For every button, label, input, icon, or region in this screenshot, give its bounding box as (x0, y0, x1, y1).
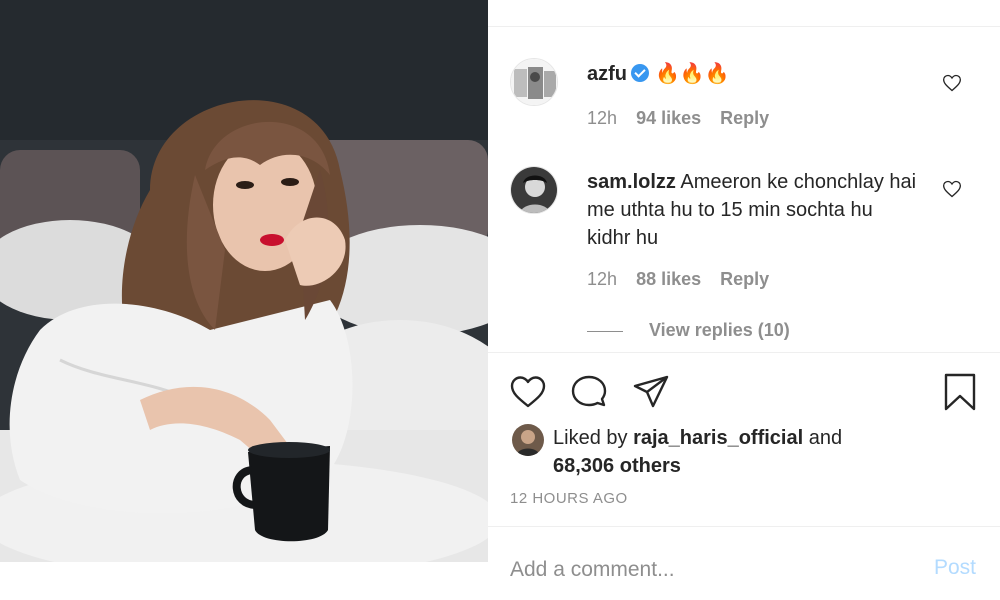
view-replies-button[interactable]: View replies (10) (649, 320, 790, 341)
comment-button[interactable] (569, 372, 609, 412)
post-image (0, 0, 488, 562)
bookmark-icon (944, 373, 976, 411)
comment-text: 🔥🔥🔥 (655, 63, 730, 85)
post-button[interactable]: Post (934, 556, 976, 580)
comment-username[interactable]: sam.lolzz (587, 171, 676, 193)
avatar[interactable] (510, 58, 558, 106)
save-button[interactable] (940, 372, 980, 412)
comment-meta: 12h 94 likes Reply (587, 108, 783, 129)
like-button[interactable] (508, 372, 548, 412)
reply-button[interactable]: Reply (720, 269, 769, 289)
post-photo[interactable] (0, 0, 488, 562)
heart-icon (510, 376, 546, 408)
comment-input[interactable] (510, 553, 910, 587)
comment-time[interactable]: 12h (587, 269, 617, 289)
post-timestamp[interactable]: 12 HOURS AGO (510, 490, 628, 507)
divider (488, 526, 1000, 527)
heart-icon[interactable] (942, 73, 962, 93)
post-side-panel: azfu 🔥🔥🔥 12h 94 likes Reply sam.lolzz Ame… (488, 0, 1000, 600)
heart-icon[interactable] (942, 179, 962, 199)
liked-by-prefix: Liked by (553, 427, 628, 449)
share-icon (633, 375, 669, 408)
liked-by-others-link[interactable]: 68,306 others (553, 455, 681, 477)
photo-bottom-bar (0, 562, 488, 600)
divider (488, 26, 1000, 27)
comment-likes[interactable]: 88 likes (636, 269, 701, 289)
comment-meta: 12h 88 likes Reply (587, 269, 783, 290)
avatar[interactable] (510, 166, 558, 214)
comment-likes[interactable]: 94 likes (636, 108, 701, 128)
share-button[interactable] (631, 372, 671, 412)
liked-by-user-link[interactable]: raja_haris_official (633, 427, 803, 449)
divider (488, 352, 1000, 353)
liked-by-and: and (808, 427, 843, 449)
liked-by-avatar[interactable] (512, 424, 544, 456)
view-replies-line (587, 331, 623, 332)
reply-button[interactable]: Reply (720, 108, 769, 128)
comment-icon (571, 375, 607, 407)
comment-username[interactable]: azfu (587, 63, 627, 85)
comment-time[interactable]: 12h (587, 108, 617, 128)
liked-by-text: Liked by raja_haris_official and 68,306 … (553, 424, 973, 480)
verified-badge-icon (631, 64, 649, 82)
